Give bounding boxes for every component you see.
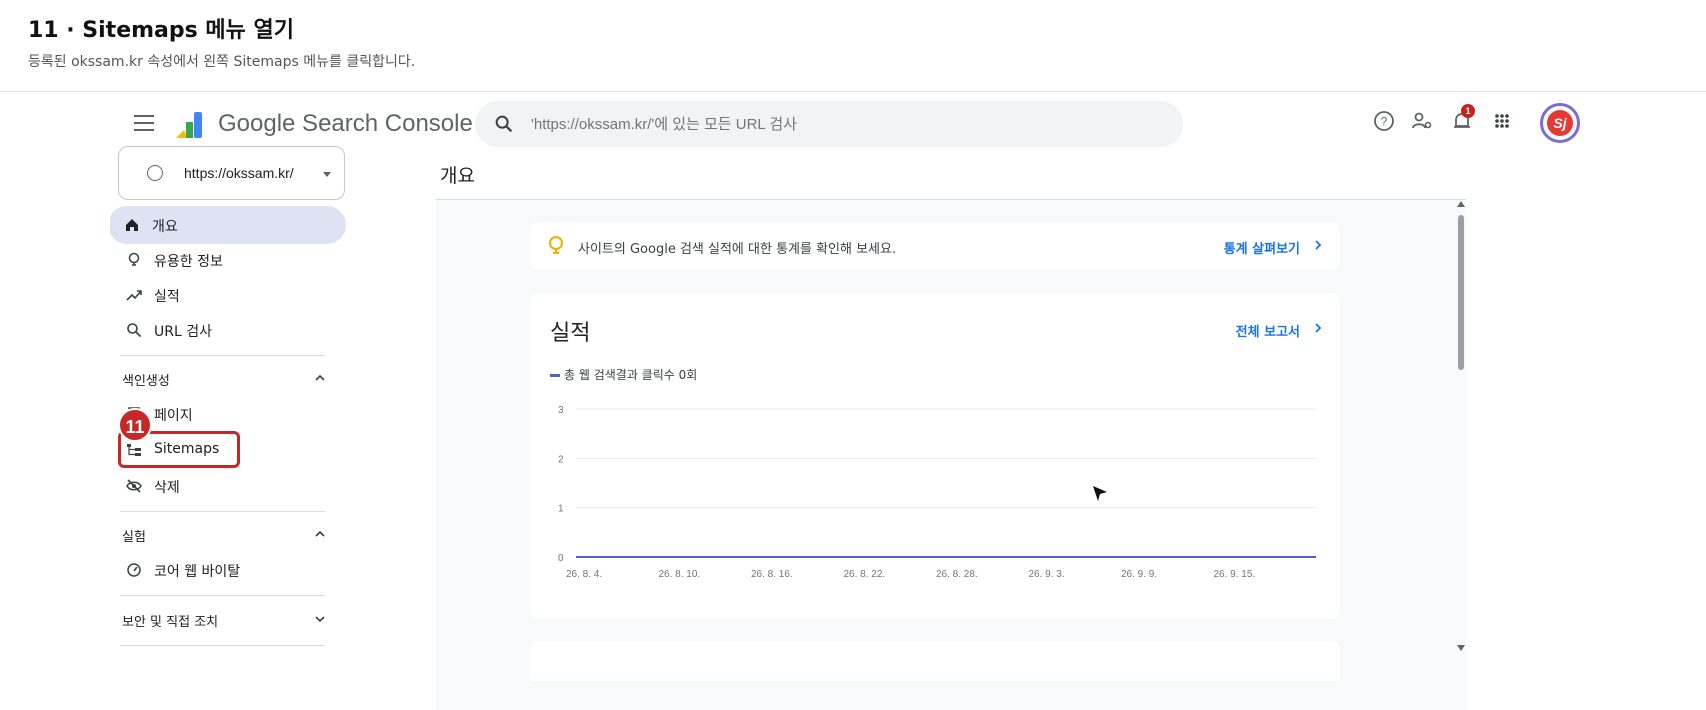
divider <box>120 595 325 596</box>
search-icon <box>495 115 513 133</box>
sidebar-item-label: 페이지 <box>154 408 193 424</box>
user-settings-icon[interactable] <box>1410 109 1436 135</box>
sidebar-item-label: 실적 <box>154 289 180 305</box>
trending-up-icon <box>126 290 142 301</box>
next-card <box>530 641 1340 681</box>
chevron-up-icon <box>315 530 325 537</box>
sidebar-item-removals[interactable]: 삭제 <box>110 467 346 505</box>
app-title[interactable]: Google Search Console <box>218 110 473 138</box>
sidebar-item-label: URL 검사 <box>154 324 212 340</box>
gauge-icon <box>127 563 141 577</box>
performance-card: 실적 전체 보고서 총 웹 검색결과 클릭수 0회 0 1 2 3 26. 8. 4. 2… <box>530 293 1340 619</box>
sidebar-item-core-web-vitals[interactable]: 코어 웹 바이탈 <box>110 551 346 589</box>
eye-off-icon <box>126 479 142 493</box>
chevron-up-icon <box>315 374 325 381</box>
performance-chart: 0 1 2 3 26. 8. 4. 26. 8. 10. 26. 8. 16. 26. 8. … <box>558 405 1316 580</box>
y-tick-label: 2 <box>558 454 564 465</box>
x-tick-label: 26. 8. 22. <box>844 569 886 580</box>
section-indexing[interactable]: 색인생성 <box>110 358 346 398</box>
sidebar-item-performance[interactable]: 실적 <box>110 276 346 314</box>
section-security[interactable]: 보안 및 직접 조치 <box>110 599 346 639</box>
x-tick-label: 26. 9. 15. <box>1214 569 1256 580</box>
search-icon <box>127 323 142 338</box>
x-tick-label: 26. 9. 9. <box>1121 569 1157 580</box>
search-console-logo-icon <box>174 108 208 145</box>
url-inspect-search[interactable] <box>475 101 1183 147</box>
divider <box>120 355 325 356</box>
x-tick-label: 26. 8. 4. <box>566 569 602 580</box>
property-url: https://okssam.kr/ <box>184 165 294 181</box>
lightbulb-icon <box>128 252 140 266</box>
y-tick-label: 0 <box>558 553 564 564</box>
y-tick-label: 1 <box>558 504 564 515</box>
scroll-down-arrow-icon[interactable] <box>1457 645 1465 651</box>
chevron-right-icon[interactable] <box>1312 239 1324 251</box>
scroll-thumb[interactable] <box>1458 215 1464 370</box>
insights-tip-card: 사이트의 Google 검색 실적에 대한 통계를 확인해 보세요. 통계 살펴… <box>530 222 1340 270</box>
globe-icon <box>147 165 163 181</box>
search-input[interactable] <box>531 101 1151 147</box>
full-report-link[interactable]: 전체 보고서 <box>1236 321 1300 340</box>
home-icon <box>126 219 138 231</box>
step-badge: 11 <box>118 408 152 442</box>
sidebar-item-insights[interactable]: 유용한 정보 <box>110 241 346 279</box>
notifications-bell-icon[interactable]: 1 <box>1450 104 1476 135</box>
page-title: 개요 <box>440 165 475 187</box>
avatar-initials: Sj <box>1547 110 1573 136</box>
divider <box>120 645 325 646</box>
section-label: 실험 <box>122 530 146 545</box>
main-content: 개요 사이트의 Google 검색 실적에 대한 통계를 확인해 보세요. 통계… <box>436 153 1570 710</box>
x-tick-label: 26. 8. 10. <box>659 569 701 580</box>
notification-badge: 1 <box>1461 104 1475 118</box>
sidebar-item-label: 코어 웹 바이탈 <box>154 564 241 580</box>
legend-swatch <box>550 374 560 377</box>
section-label: 보안 및 직접 조치 <box>122 615 219 630</box>
sidebar-item-label: 개요 <box>152 219 178 235</box>
search-console-screenshot: Google Search Console ? 1 Sj https://oks… <box>110 93 1596 710</box>
avatar[interactable]: Sj <box>1540 103 1580 143</box>
section-label: 색인생성 <box>122 374 170 389</box>
scroll-up-arrow-icon[interactable] <box>1457 201 1465 207</box>
menu-icon[interactable] <box>134 115 154 131</box>
lightbulb-icon <box>549 236 563 254</box>
divider <box>120 511 325 512</box>
legend-label: 총 웹 검색결과 클릭수 0회 <box>564 368 698 382</box>
sidebar-item-overview[interactable]: 개요 <box>110 206 346 244</box>
apps-grid-icon[interactable] <box>1490 109 1516 135</box>
x-tick-label: 26. 9. 3. <box>1029 569 1065 580</box>
explore-stats-link[interactable]: 통계 살펴보기 <box>1224 238 1300 257</box>
chart-legend[interactable]: 총 웹 검색결과 클릭수 0회 <box>550 366 697 383</box>
section-experience[interactable]: 실험 <box>110 514 346 554</box>
scrollbar[interactable] <box>1456 201 1466 656</box>
property-selector[interactable]: https://okssam.kr/ <box>118 146 345 200</box>
chevron-right-icon[interactable] <box>1312 322 1324 334</box>
help-icon[interactable]: ? <box>1372 109 1398 135</box>
chevron-down-icon <box>315 616 325 623</box>
x-tick-label: 26. 8. 16. <box>751 569 793 580</box>
sidebar-item-label: 삭제 <box>154 480 180 496</box>
y-tick-label: 3 <box>558 405 564 416</box>
guide-header: 11 · Sitemaps 메뉴 열기 등록된 okssam.kr 속성에서 왼… <box>0 0 1706 92</box>
tip-text: 사이트의 Google 검색 실적에 대한 통계를 확인해 보세요. <box>578 242 897 257</box>
sidebar: https://okssam.kr/ 개요 유용한 정보 실적 URL 검사 색… <box>110 146 360 710</box>
guide-subtitle: 등록된 okssam.kr 속성에서 왼쪽 Sitemaps 메뉴를 클릭합니다… <box>28 54 416 70</box>
guide-title: 11 · Sitemaps 메뉴 열기 <box>28 18 295 43</box>
mouse-cursor-icon <box>1093 486 1107 501</box>
x-tick-label: 26. 8. 28. <box>936 569 978 580</box>
sidebar-item-label: 유용한 정보 <box>154 254 223 270</box>
performance-title: 실적 <box>550 321 591 346</box>
svg-text:?: ? <box>1381 115 1388 129</box>
sidebar-item-url-inspection[interactable]: URL 검사 <box>110 311 346 349</box>
top-bar: Google Search Console ? 1 Sj <box>110 93 1596 153</box>
chevron-down-icon <box>323 172 331 177</box>
